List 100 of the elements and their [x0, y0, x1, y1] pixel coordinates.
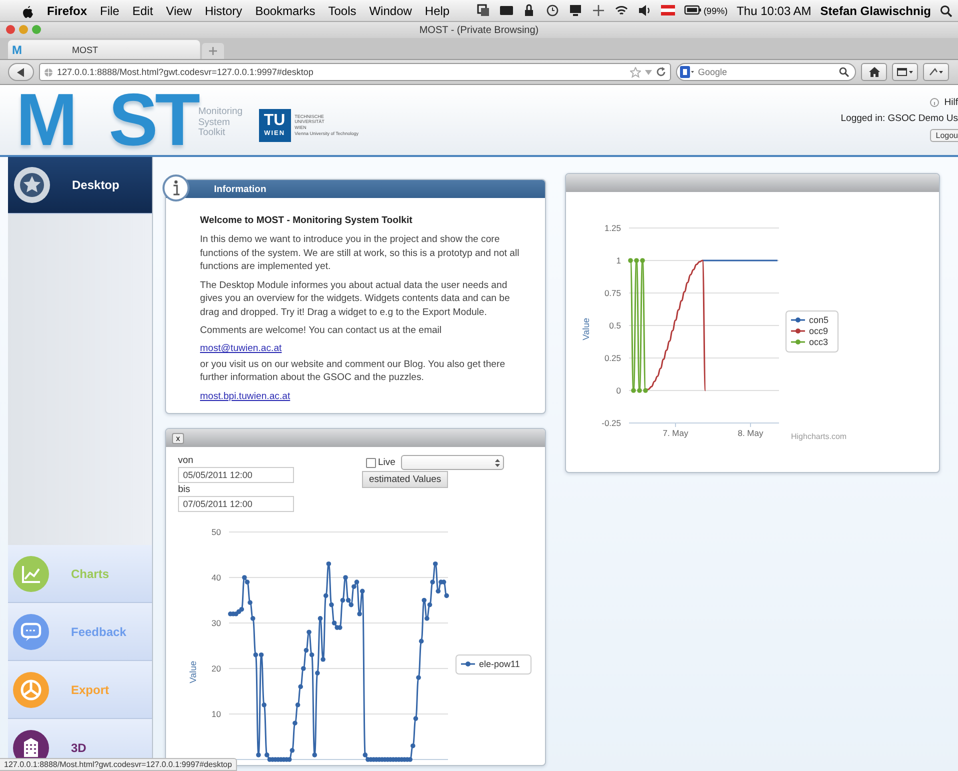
display-icon[interactable]: [500, 4, 514, 17]
data-point: [298, 684, 303, 690]
data-point: [292, 720, 298, 726]
speaker-icon[interactable]: [638, 4, 652, 17]
data-point: [301, 666, 306, 671]
menu-item[interactable]: Window: [369, 4, 412, 18]
search-engine-icon[interactable]: [680, 66, 694, 78]
monitor-icon[interactable]: [568, 4, 583, 17]
info-icon: [930, 98, 940, 107]
field-label: bis: [178, 484, 192, 496]
data-point: [290, 748, 295, 753]
legend-label[interactable]: ele-pow11: [479, 659, 520, 670]
wifi-icon[interactable]: [614, 4, 629, 17]
axis-tick-label: 7. May: [662, 428, 688, 438]
data-point: [306, 630, 312, 635]
browser-tab[interactable]: M MOST: [8, 40, 200, 59]
data-point: [323, 593, 328, 598]
website-link[interactable]: most.bpi.tuwien.ac.at: [200, 390, 290, 404]
home-button[interactable]: [861, 63, 887, 81]
legend-box: [786, 310, 838, 352]
home-icon: [868, 67, 880, 77]
login-status: Logged in: GSOC Demo Us: [840, 113, 958, 124]
legend-marker-icon: [791, 328, 805, 334]
menu-item[interactable]: Tools: [328, 4, 356, 18]
legend-marker-icon: [791, 340, 805, 344]
data-point: [318, 616, 323, 621]
axis-tick-label: 30: [212, 618, 221, 628]
reload-icon[interactable]: [656, 67, 666, 77]
axis-title: Value: [581, 318, 591, 340]
menu-item[interactable]: Help: [424, 4, 450, 18]
data-point: [418, 638, 424, 644]
data-point: [432, 562, 438, 566]
url-tooltip: 127.0.0.1:8888/Most.html?gwt.codesvr=127.0.0.1:9997#desktop: [0, 758, 237, 771]
sidebar-item[interactable]: Desktop: [8, 157, 152, 214]
search-icon[interactable]: [839, 67, 849, 77]
menubar-clock[interactable]: Thu 10:03 AM: [736, 4, 812, 18]
date-field[interactable]: 07/05/2011 12:00: [178, 496, 294, 512]
info-text: In this demo we want to introduce you in the project and show the core functions of the system. We are still at work, so this is a prototyp and not all functions are implemented yet.: [200, 233, 520, 274]
legend-label[interactable]: con5: [809, 315, 829, 325]
user-name[interactable]: Stefan Glawischnig: [820, 4, 931, 18]
info-text: The Desktop Module informes you about actual data the user needs and gives you an overview for the widgets. Widgets contents data and can be drag and dropped. Try it! Drag a widget to e.g to the Export Module.: [200, 278, 511, 319]
info-text: Comments are welcome! You can contact us at the email: [200, 324, 443, 338]
menu-item[interactable]: Edit: [132, 4, 154, 18]
search-icon[interactable]: [940, 4, 952, 16]
address-field[interactable]: 127.0.0.1:8888/Most.html?gwt.codesvr=127.0.0.1:9997#desktop: [39, 63, 671, 81]
back-arrow-icon: [17, 68, 25, 76]
menu-item[interactable]: History: [204, 4, 242, 18]
legend-marker-icon: [461, 662, 475, 667]
menu-item[interactable]: File: [100, 4, 120, 18]
star-icon[interactable]: [630, 66, 641, 78]
data-point: [357, 612, 362, 616]
logo-letter: M: [16, 83, 75, 157]
data-point: [410, 744, 416, 748]
apple-icon: [22, 4, 34, 18]
data-point: [320, 657, 326, 662]
axis-tick-label: 1.25: [604, 223, 621, 233]
axis-tick-label: 0: [616, 386, 621, 396]
legend-label[interactable]: occ9: [809, 326, 828, 336]
axis-tick-label: 20: [212, 664, 221, 674]
axis-tick-label: 1: [616, 256, 621, 266]
help-link[interactable]: Hilf: [944, 97, 958, 108]
axis-tick-label: 0.75: [604, 288, 621, 298]
axis-tick-label: 10: [212, 709, 221, 720]
axis-tick-label: 0.5: [609, 320, 621, 330]
data-point: [444, 593, 449, 598]
battery-icon[interactable]: [684, 4, 702, 17]
field-label: von: [178, 455, 194, 466]
copy-icon[interactable]: [476, 4, 491, 17]
flag-icon[interactable]: [660, 4, 675, 17]
date-field[interactable]: 05/05/2011 12:00: [178, 467, 294, 484]
checkbox[interactable]: [366, 458, 376, 468]
info-text: or you visit us on our website and comment our Blog. You also get there further information about the GSOC and the puzzles.: [200, 358, 506, 385]
panel-title-bar: Information: [166, 180, 545, 198]
data-point: [248, 600, 252, 605]
globe-icon: [44, 68, 53, 76]
app-menu[interactable]: Firefox: [47, 4, 88, 18]
estimate-button[interactable]: estimated Values: [362, 471, 448, 488]
logo-letters: ST: [108, 83, 198, 157]
search-field[interactable]: Google: [698, 65, 835, 79]
clock-icon[interactable]: [546, 4, 560, 17]
close-button[interactable]: [6, 25, 15, 34]
search-bar[interactable]: Google: [676, 63, 856, 81]
data-point: [256, 752, 261, 758]
email-link[interactable]: most@tuwien.ac.at: [200, 342, 282, 356]
menu-item[interactable]: Bookmarks: [255, 4, 316, 18]
plus-icon: [209, 47, 217, 55]
logout-button[interactable]: Logou: [930, 129, 958, 142]
data-point: [413, 716, 418, 722]
bookmarks-button[interactable]: [892, 63, 918, 81]
axis-title: Value: [188, 660, 198, 684]
close-button[interactable]: x: [172, 432, 184, 444]
toolbar-button[interactable]: [923, 63, 949, 81]
checkbox-label: Live: [378, 457, 396, 468]
legend-label[interactable]: occ3: [809, 337, 828, 347]
data-point: [436, 588, 441, 594]
back-button[interactable]: [8, 63, 34, 81]
data-point: [262, 702, 266, 708]
crosshair-icon[interactable]: [592, 4, 606, 17]
axis-tick-label: -0.25: [602, 418, 621, 428]
menu-item[interactable]: View: [166, 4, 192, 18]
